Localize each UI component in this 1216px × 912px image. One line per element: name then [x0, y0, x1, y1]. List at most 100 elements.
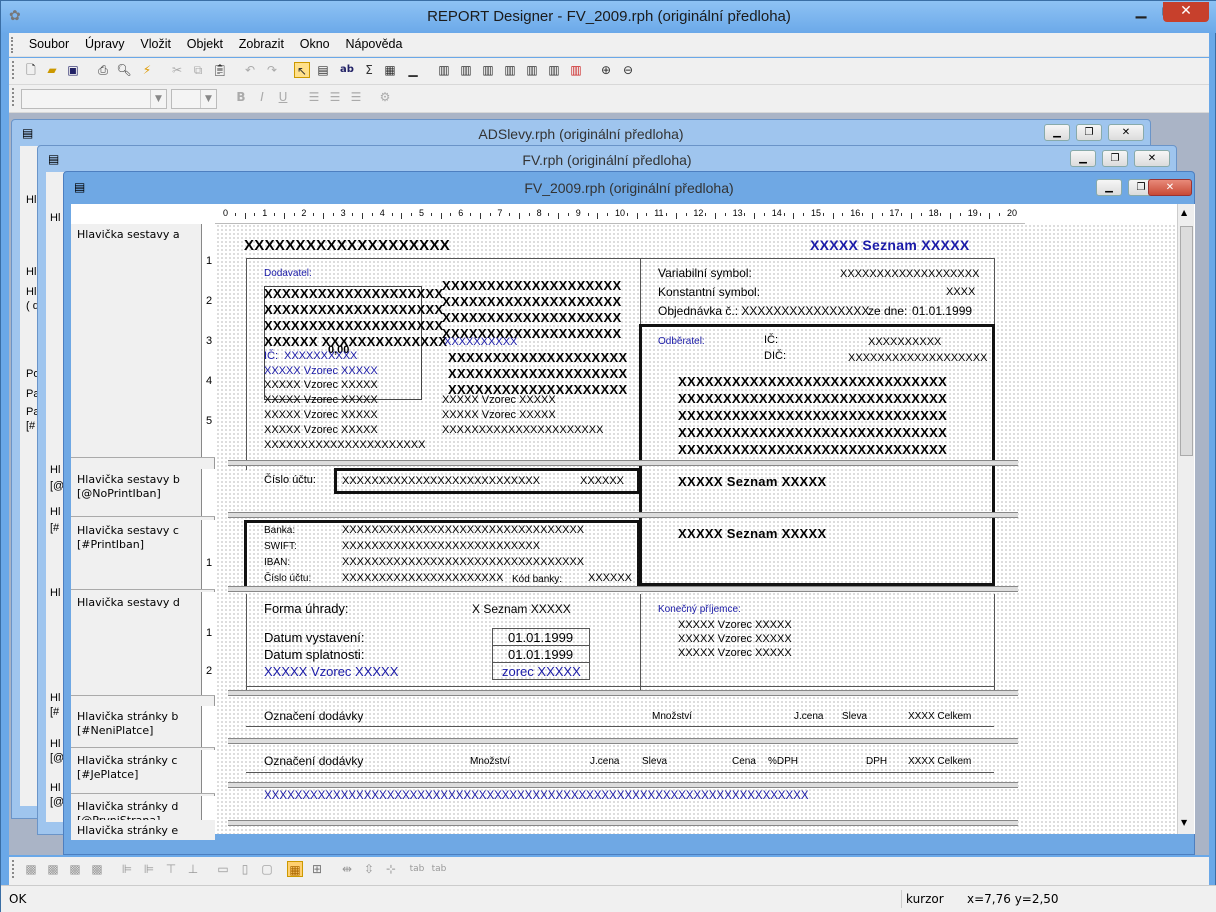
close-button[interactable]: ✕	[1134, 150, 1170, 167]
report-field[interactable]: XXXXX Vzorec XXXXX	[442, 409, 556, 421]
iban-label[interactable]: IBAN:	[264, 557, 290, 568]
same-height-icon[interactable]: ▯	[237, 861, 253, 877]
report-field[interactable]: XXXXXX	[580, 475, 624, 487]
band-hlavicka-stranky-c[interactable]: Hlavička stránky c [#JePlatce]	[71, 750, 215, 794]
band-icon-7[interactable]: ▥	[568, 62, 584, 78]
new-icon[interactable]: 🗋	[23, 62, 39, 78]
report-field[interactable]: XXXXXXXXXX	[284, 350, 357, 362]
report-field[interactable]: XXXXXXXXXXXXXXXXXXXX	[448, 350, 627, 365]
text-icon[interactable]: ab	[339, 62, 355, 78]
undo-icon[interactable]: ↶	[242, 62, 258, 78]
redo-icon[interactable]: ↷	[264, 62, 280, 78]
grid-icon[interactable]: ▦	[287, 861, 303, 877]
datum-vystaveni-label[interactable]: Datum vystavení:	[264, 630, 364, 645]
restore-button[interactable]: ❐	[1102, 150, 1128, 167]
kod-banky-label[interactable]: Kód banky:	[512, 574, 562, 585]
align-left-icon[interactable]: ☰	[306, 89, 322, 105]
column-cena[interactable]: Cena	[732, 756, 756, 767]
align-right-objects-icon[interactable]: ⊫	[141, 861, 157, 877]
report-field[interactable]: XXXXXXXXXXXXXXXXXXXXXXXXXXXXXXXXXXXXXXXX…	[264, 790, 809, 802]
tab-order-icon[interactable]: tab	[407, 861, 427, 877]
report-field[interactable]: 01.01.1999	[912, 304, 972, 318]
report-field[interactable]: XXXXXXXXXXXXXXXXXXXXXXXXXXXXXX	[678, 408, 947, 423]
report-field[interactable]: X Seznam XXXXX	[472, 602, 571, 616]
report-field[interactable]: XXXX	[946, 286, 975, 298]
restore-button[interactable]: ❐	[1076, 124, 1102, 141]
menu-zobrazit[interactable]: Zobrazit	[233, 33, 290, 51]
ic-label[interactable]: IČ:	[264, 350, 278, 362]
report-field[interactable]: XXXXXXXXXXXXXXXXXXXXXX	[264, 439, 425, 451]
bring-front-icon[interactable]: ▩	[23, 861, 39, 877]
report-field[interactable]: XXXXX Vzorec XXXXX	[264, 424, 378, 436]
column-dph[interactable]: DPH	[866, 756, 887, 767]
column-oznaceni[interactable]: Označení dodávky	[264, 709, 363, 723]
tab-order-2-icon[interactable]: tab	[429, 861, 449, 877]
font-name-select[interactable]: ▼	[21, 89, 167, 109]
sum-icon[interactable]: Σ	[361, 62, 377, 78]
same-size-icon[interactable]: ▢	[259, 861, 275, 877]
konecny-prijemce-label[interactable]: Konečný příjemce:	[658, 604, 741, 615]
report-field[interactable]: XXXXXXXXXXXXXXXXXXXXXXXXXXXXXXXXX	[342, 524, 584, 536]
band-icon-2[interactable]: ▥	[458, 62, 474, 78]
report-field[interactable]: XXXXXXXXXXXXXXXXXXXXXXXXXXXXXX	[678, 391, 947, 406]
ic-label[interactable]: IČ:	[764, 334, 778, 346]
dodavatel-label[interactable]: Dodavatel:	[264, 268, 312, 279]
center-icon[interactable]: ⊹	[383, 861, 399, 877]
report-canvas[interactable]: XXXXXXXXXXXXXXXXXXXX XXXXX Seznam XXXXX …	[216, 224, 1194, 834]
line-icon[interactable]: ▁	[405, 62, 421, 78]
align-bottom-objects-icon[interactable]: ⊥	[185, 861, 201, 877]
cislo-uctu-label[interactable]: Číslo účtu:	[264, 573, 311, 584]
report-field[interactable]: XXXXX Vzorec XXXXX	[264, 365, 378, 377]
underline-icon[interactable]: U	[275, 89, 291, 105]
report-field[interactable]: XXXXXXXXXXXXXXXXXXX	[840, 268, 979, 280]
column-oznaceni[interactable]: Označení dodávky	[264, 754, 363, 768]
column-dph-pct[interactable]: %DPH	[768, 756, 798, 767]
properties-icon[interactable]: ⚙	[377, 89, 393, 105]
cut-icon[interactable]: ✂	[169, 62, 185, 78]
report-field[interactable]: 01.01.1999	[508, 630, 573, 645]
close-button[interactable]: ✕	[1148, 179, 1192, 196]
field-icon[interactable]: ▤	[315, 62, 331, 78]
band-hlavicka-sestavy-a[interactable]: Hlavička sestavy a 1 2 3 4 5	[71, 224, 215, 458]
column-mnozstvi[interactable]: Množství	[652, 711, 692, 722]
report-field[interactable]: XXXXXXXXXXXXXXXXXXXXXXXXXXX	[342, 475, 540, 487]
report-field[interactable]: XXXXXXXXXXXXXXXXXXXX	[264, 318, 443, 333]
vertical-scrollbar[interactable]: ▲ ▼	[1177, 204, 1194, 834]
report-field[interactable]: XXXXXXXXXXXXXXXXXXXX	[264, 286, 443, 301]
dic-label[interactable]: DIČ:	[764, 350, 786, 362]
report-field[interactable]: XXXXX Vzorec XXXXX	[264, 394, 378, 406]
band-hlavicka-sestavy-b[interactable]: Hlavička sestavy b [@NoPrintIban]	[71, 469, 215, 517]
scrollbar-thumb[interactable]	[1180, 226, 1193, 456]
forma-uhrady-label[interactable]: Forma úhrady:	[264, 601, 349, 616]
report-field[interactable]: XXXXXXXXXX	[868, 336, 941, 348]
report-field[interactable]: 01.01.1999	[508, 647, 573, 662]
column-celkem[interactable]: XXXX Celkem	[908, 711, 971, 722]
report-field[interactable]: XXXXXX	[588, 572, 632, 584]
align-center-icon[interactable]: ☰	[327, 89, 343, 105]
zoom-out-icon[interactable]: ⊖	[620, 62, 636, 78]
font-size-select[interactable]: ▼	[171, 89, 217, 109]
print-preview-icon[interactable]: 🔍︎	[116, 62, 132, 78]
report-field[interactable]: XXXXX Vzorec XXXXX	[678, 647, 792, 659]
odberatel-label[interactable]: Odběratel:	[658, 336, 705, 347]
band-icon-6[interactable]: ▥	[546, 62, 562, 78]
report-field[interactable]: XXXXXXXXXXXXXXXXXXX	[848, 352, 987, 364]
zoom-in-icon[interactable]: ⊕	[598, 62, 614, 78]
report-field[interactable]: XXXXX Vzorec XXXXX	[442, 394, 556, 406]
align-top-objects-icon[interactable]: ⊤	[163, 861, 179, 877]
menu-okno[interactable]: Okno	[294, 33, 336, 51]
report-field[interactable]: XXXXX Seznam XXXXX	[678, 526, 826, 541]
report-field[interactable]: XXXXX Vzorec XXXXX	[264, 409, 378, 421]
band-hlavicka-sestavy-d[interactable]: Hlavička sestavy d12	[71, 592, 215, 696]
italic-icon[interactable]: I	[254, 89, 270, 105]
datum-splatnosti-label[interactable]: Datum splatnosti:	[264, 647, 364, 662]
column-sleva[interactable]: Sleva	[842, 711, 867, 722]
report-field[interactable]: XXXXX Vzorec XXXXX	[678, 633, 792, 645]
minimize-button[interactable]: ▁	[1127, 2, 1155, 22]
objednavka-label[interactable]: Objednávka č.: XXXXXXXXXXXXXXXX	[658, 304, 869, 318]
report-field[interactable]: XXXXX Seznam XXXXX	[678, 474, 826, 489]
column-jcena[interactable]: J.cena	[794, 711, 823, 722]
forward-icon[interactable]: ▩	[67, 861, 83, 877]
paste-icon[interactable]: 📋︎	[212, 62, 228, 78]
open-icon[interactable]: ▰	[44, 62, 60, 78]
